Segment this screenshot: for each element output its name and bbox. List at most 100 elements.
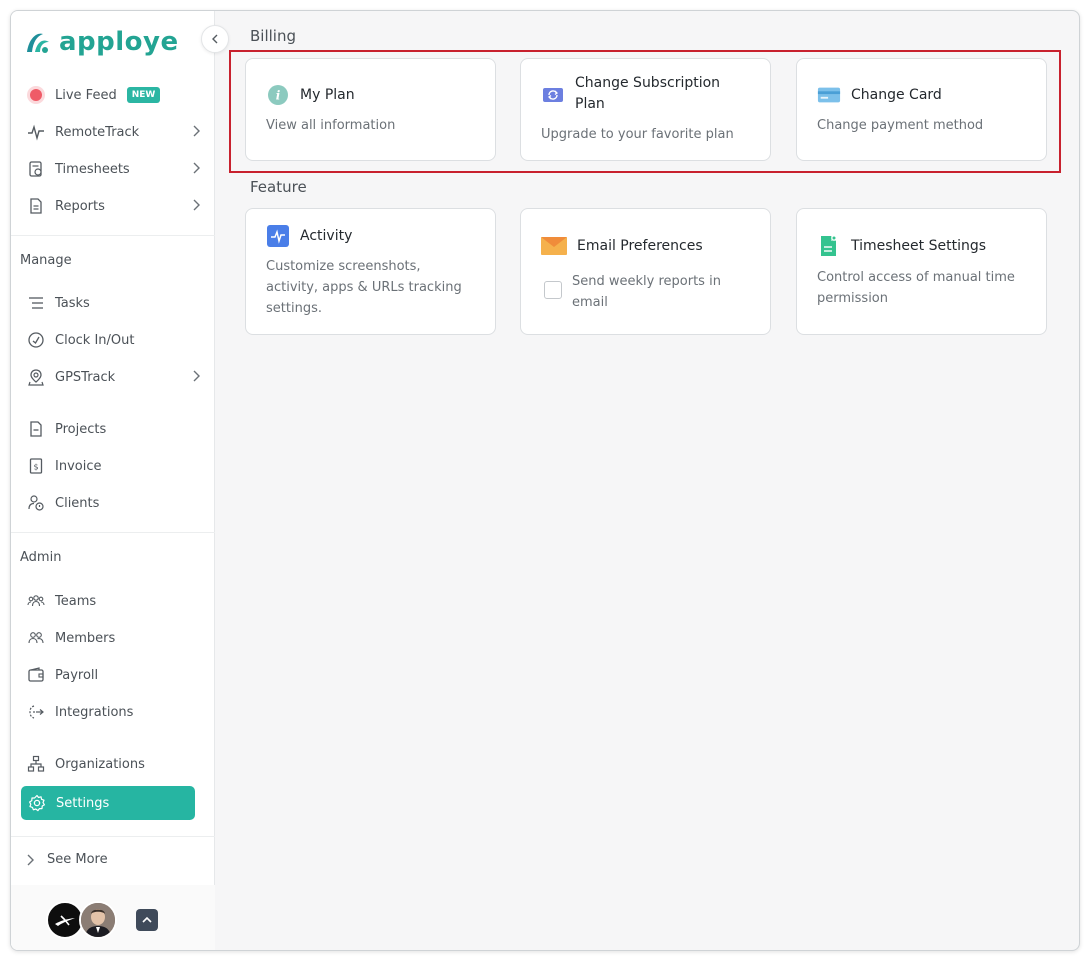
pulse-icon [25, 121, 47, 143]
section-title-admin: Admin [20, 550, 62, 565]
sidebar-item-clients[interactable]: Clients [25, 489, 205, 517]
refresh-icon [541, 83, 565, 107]
sidebar-item-label: GPSTrack [55, 369, 116, 385]
user-avatar[interactable] [79, 901, 117, 939]
chevron-up-icon [142, 916, 152, 923]
new-badge: NEW [126, 87, 161, 103]
sidebar-item-integrations[interactable]: Integrations [25, 698, 205, 726]
card-timesheet-settings[interactable]: Timesheet Settings Control access of man… [796, 208, 1047, 335]
card-title: Change Card [851, 86, 942, 103]
credit-card-icon [817, 83, 841, 107]
card-activity[interactable]: Activity Customize screenshots, activity… [245, 208, 496, 335]
sidebar-item-settings[interactable]: Settings [21, 786, 195, 820]
chevron-right-icon [193, 370, 200, 382]
apploye-logo-icon [27, 33, 49, 53]
card-my-plan[interactable]: i My Plan View all information [245, 58, 496, 161]
svg-text:$: $ [33, 463, 38, 472]
sidebar-item-teams[interactable]: Teams [25, 587, 205, 615]
sidebar-item-label: Projects [55, 421, 107, 437]
timesheet-settings-icon [817, 234, 841, 258]
chevron-right-icon [193, 125, 200, 137]
members-icon [25, 627, 47, 649]
sidebar-item-invoice[interactable]: $ Invoice [25, 452, 205, 480]
card-title: Change Subscription Plan [575, 75, 721, 112]
project-icon [25, 418, 47, 440]
sidebar-item-payroll[interactable]: Payroll [25, 661, 205, 689]
card-title: My Plan [300, 86, 355, 103]
card-change-subscription-plan[interactable]: Change Subscription Plan Upgrade to your… [520, 58, 771, 161]
card-title: Activity [300, 227, 353, 244]
see-more-link[interactable]: See More [25, 852, 108, 867]
card-description: View all information [266, 118, 396, 133]
invoice-icon: $ [25, 455, 47, 477]
sidebar-item-label: RemoteTrack [55, 124, 140, 140]
chevron-right-icon [193, 199, 200, 211]
sidebar-divider [11, 836, 215, 837]
expand-user-menu-button[interactable] [136, 909, 158, 931]
weekly-report-checkbox[interactable] [544, 281, 562, 299]
sidebar-item-remotetrack[interactable]: RemoteTrack [25, 118, 205, 146]
chevron-right-icon [193, 162, 200, 174]
sidebar-divider [11, 235, 215, 236]
card-description: Upgrade to your favorite plan [541, 127, 734, 142]
collapse-sidebar-button[interactable] [201, 25, 229, 53]
sidebar-item-label: Reports [55, 198, 105, 214]
wallet-icon [25, 664, 47, 686]
sidebar-item-organizations[interactable]: Organizations [25, 750, 205, 778]
sidebar-item-reports[interactable]: Reports [25, 192, 205, 220]
card-email-preferences[interactable]: Email Preferences Send weekly reports in… [520, 208, 771, 335]
sidebar-item-label: Settings [56, 795, 110, 811]
sidebar-item-label: Members [55, 630, 116, 646]
sidebar-item-members[interactable]: Members [25, 624, 205, 652]
envelope-icon [541, 234, 567, 258]
activity-icon [266, 224, 290, 248]
chevron-right-icon [27, 854, 34, 865]
location-icon [25, 366, 47, 388]
gear-icon [26, 792, 48, 814]
sidebar: apploye Live Feed NEW RemoteTrack Timesh… [11, 11, 215, 950]
sidebar-item-tasks[interactable]: Tasks [25, 289, 205, 317]
svg-text:i: i [276, 89, 281, 103]
timesheet-icon [25, 158, 47, 180]
card-description: Change payment method [817, 118, 984, 133]
sidebar-item-label: Payroll [55, 667, 99, 683]
sidebar-item-projects[interactable]: Projects [25, 415, 205, 443]
live-dot-icon [25, 84, 47, 106]
sidebar-item-label: Clients [55, 495, 100, 511]
app-window: apploye Live Feed NEW RemoteTrack Timesh… [10, 10, 1080, 951]
feature-section-title: Feature [250, 178, 307, 196]
sidebar-item-label: Clock In/Out [55, 332, 135, 348]
sidebar-item-label: Invoice [55, 458, 102, 474]
see-more-label: See More [47, 852, 108, 867]
brand-logo[interactable]: apploye [23, 27, 179, 57]
billing-section-title: Billing [250, 27, 296, 45]
integrations-icon [25, 701, 47, 723]
sidebar-item-clock-in-out[interactable]: Clock In/Out [25, 326, 205, 354]
section-title-manage: Manage [20, 253, 72, 268]
card-description: Control access of manual time permission [817, 270, 1015, 306]
brand-name: apploye [59, 27, 179, 57]
report-icon [25, 195, 47, 217]
sidebar-item-label: Live Feed [55, 87, 117, 103]
sidebar-item-label: Timesheets [55, 161, 130, 177]
sidebar-item-label: Integrations [55, 704, 134, 720]
org-icon [25, 753, 47, 775]
card-change-card[interactable]: Change Card Change payment method [796, 58, 1047, 161]
user-bar [11, 885, 215, 950]
sidebar-item-timesheets[interactable]: Timesheets [25, 155, 205, 183]
card-title: Timesheet Settings [851, 237, 987, 254]
clock-icon [25, 329, 47, 351]
sidebar-divider [11, 532, 215, 533]
tasks-icon [25, 292, 47, 314]
card-title: Email Preferences [577, 237, 703, 254]
info-icon: i [266, 83, 290, 107]
sidebar-item-label: Organizations [55, 756, 145, 772]
sidebar-item-live-feed[interactable]: Live Feed NEW [25, 81, 205, 109]
chevron-left-icon [212, 34, 218, 44]
clients-icon [25, 492, 47, 514]
sidebar-item-label: Tasks [55, 295, 90, 311]
sidebar-item-label: Teams [55, 593, 97, 609]
card-description: Customize screenshots, activity, apps & … [266, 259, 462, 316]
sidebar-item-gpstrack[interactable]: GPSTrack [25, 363, 205, 391]
checkbox-label: Send weekly reports in email [572, 274, 721, 310]
